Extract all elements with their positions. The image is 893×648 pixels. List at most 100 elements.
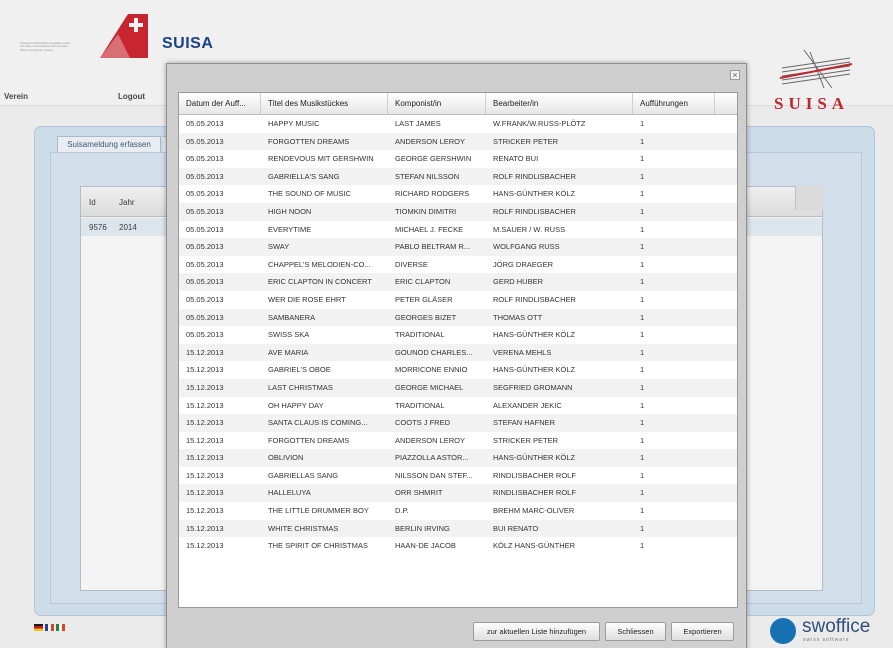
close-icon[interactable]: × bbox=[730, 70, 740, 80]
cell-datum: 15.12.2013 bbox=[186, 400, 224, 410]
cell-datum: 15.12.2013 bbox=[186, 470, 224, 480]
table-row[interactable]: 05.05.2013 CHAPPEL'S MELODIEN-CO... DIVERS… bbox=[179, 256, 737, 274]
cell-datum: 05.05.2013 bbox=[186, 136, 224, 146]
cell-auffuehrungen: 1 bbox=[640, 435, 645, 445]
table-row[interactable]: 05.05.2013 SWISS SKA TRADITIONAL HANS-GÜNTH… bbox=[179, 326, 737, 344]
export-button[interactable]: Exportieren bbox=[671, 622, 734, 641]
cell-auffuehrungen: 1 bbox=[640, 259, 645, 269]
cell-bearbeiter: JÖRG DRAEGER bbox=[493, 259, 554, 269]
cell-titel: GABRIELLAS SANG bbox=[268, 470, 339, 480]
cell-komponist: RICHARD RODGERS bbox=[395, 189, 470, 199]
table-row[interactable]: 15.12.2013 GABRIEL'S OBOE MORRICONE ENNIO H… bbox=[179, 361, 737, 379]
table-row[interactable]: 05.05.2013 ERIC CLAPTON IN CONCERT ERIC CL… bbox=[179, 273, 737, 291]
cell-auffuehrungen: 1 bbox=[640, 382, 645, 392]
cell-datum: 15.12.2013 bbox=[186, 418, 224, 428]
cell-bearbeiter: HANS-GÜNTHER KÖLZ bbox=[493, 453, 576, 463]
table-row[interactable]: 15.12.2013 SANTA CLAUS IS COMING... COOTS … bbox=[179, 414, 737, 432]
cell-bearbeiter: STEFAN HAFNER bbox=[493, 418, 556, 428]
cell-bearbeiter: THOMAS OTT bbox=[493, 312, 543, 322]
cell-datum: 05.05.2013 bbox=[186, 171, 224, 181]
cell-auffuehrungen: 1 bbox=[640, 294, 645, 304]
cell-auffuehrungen: 1 bbox=[640, 154, 645, 164]
table-row[interactable]: 15.12.2013 OH HAPPY DAY TRADITIONAL ALEXAND… bbox=[179, 397, 737, 415]
cell-komponist: ANDERSON LEROY bbox=[395, 136, 466, 146]
cell-auffuehrungen: 1 bbox=[640, 418, 645, 428]
cell-bearbeiter: HANS-GÜNTHER KÖLZ bbox=[493, 365, 576, 375]
cell-auffuehrungen: 1 bbox=[640, 523, 645, 533]
cell-komponist: GEORGE GERSHWIN bbox=[395, 154, 472, 164]
cell-titel: RENDEVOUS MIT GERSHWIN bbox=[268, 154, 374, 164]
cell-auffuehrungen: 1 bbox=[640, 171, 645, 181]
cell-titel: THE LITTLE DRUMMER BOY bbox=[268, 506, 369, 516]
cell-komponist: MORRICONE ENNIO bbox=[395, 365, 468, 375]
cell-auffuehrungen: 1 bbox=[640, 136, 645, 146]
close-button[interactable]: Schliessen bbox=[605, 622, 666, 641]
cell-titel: WER DIE ROSE EHRT bbox=[268, 294, 346, 304]
cell-auffuehrungen: 1 bbox=[640, 453, 645, 463]
cell-bearbeiter: M.SAUER / W. RUSS bbox=[493, 224, 566, 234]
cell-komponist: STEFAN NILSSON bbox=[395, 171, 460, 181]
table-row[interactable]: 05.05.2013 EVERYTIME MICHAEL J. FECKE M.SAU… bbox=[179, 221, 737, 239]
table-row[interactable]: 15.12.2013 THE SPIRIT OF CHRISTMAS HAAN-DE… bbox=[179, 537, 737, 555]
cell-auffuehrungen: 1 bbox=[640, 119, 645, 128]
cell-titel: HIGH NOON bbox=[268, 206, 312, 216]
performances-dialog: × Datum der Auff... Titel des Musikstück… bbox=[166, 63, 747, 648]
cell-datum: 05.05.2013 bbox=[186, 242, 224, 252]
grid-header: Datum der Auff... Titel des Musikstückes… bbox=[179, 93, 737, 115]
cell-datum: 15.12.2013 bbox=[186, 365, 224, 375]
cell-komponist: TIOMKIN DIMITRI bbox=[395, 206, 457, 216]
cell-auffuehrungen: 1 bbox=[640, 189, 645, 199]
table-row[interactable]: 15.12.2013 THE LITTLE DRUMMER BOY D.P. BREH… bbox=[179, 502, 737, 520]
table-row[interactable]: 05.05.2013 THE SOUND OF MUSIC RICHARD RODG… bbox=[179, 185, 737, 203]
table-row[interactable]: 15.12.2013 AVE MARIA GOUNOD CHARLES... VERE… bbox=[179, 343, 737, 362]
cell-auffuehrungen: 1 bbox=[640, 400, 645, 410]
cell-bearbeiter: ROLF RINDLISBACHER bbox=[493, 171, 576, 181]
table-row[interactable]: 05.05.2013 WER DIE ROSE EHRT PETER GLÄSER R… bbox=[179, 291, 737, 309]
table-row[interactable]: 05.05.2013 HAPPY MUSIC LAST JAMES W.FRANK/W… bbox=[179, 115, 737, 133]
cell-bearbeiter: BUI RENATO bbox=[493, 523, 539, 533]
performances-grid: Datum der Auff... Titel des Musikstückes… bbox=[178, 92, 738, 608]
table-row[interactable]: 15.12.2013 GABRIELLAS SANG NILSSON DAN STE… bbox=[179, 467, 737, 485]
cell-komponist: TRADITIONAL bbox=[395, 330, 445, 340]
cell-komponist: ERIC CLAPTON bbox=[395, 277, 451, 287]
cell-bearbeiter: W.FRANK/W.RUSS-PLÖTZ bbox=[493, 119, 586, 128]
table-row[interactable]: 15.12.2013 FORGOTTEN DREAMS ANDERSON LEROY… bbox=[179, 432, 737, 450]
column-header-komponist[interactable]: Komponist/in bbox=[388, 93, 486, 114]
cell-komponist: GEORGES BIZET bbox=[395, 312, 457, 322]
cell-titel: GABRIELLA'S SANG bbox=[268, 171, 340, 181]
table-row[interactable]: 15.12.2013 LAST CHRISTMAS GEORGE MICHAEL SE… bbox=[179, 378, 737, 397]
cell-titel: SANTA CLAUS IS COMING... bbox=[268, 418, 368, 428]
cell-datum: 05.05.2013 bbox=[186, 154, 224, 164]
table-row[interactable]: 05.05.2013 GABRIELLA'S SANG STEFAN NILSSON… bbox=[179, 167, 737, 186]
table-row[interactable]: 05.05.2013 SAMBANERA GEORGES BIZET THOMAS O… bbox=[179, 308, 737, 327]
column-header-auffuehrungen[interactable]: Aufführungen bbox=[633, 93, 715, 114]
table-row[interactable]: 05.05.2013 HIGH NOON TIOMKIN DIMITRI ROLF R… bbox=[179, 202, 737, 221]
table-row[interactable]: 15.12.2013 WHITE CHRISTMAS BERLIN IRVING BU… bbox=[179, 519, 737, 538]
cell-bearbeiter: BREHM MARC-OLIVER bbox=[493, 506, 575, 516]
table-row[interactable]: 15.12.2013 HALLELUYA ORR SHMRIT RINDLISBACH… bbox=[179, 484, 737, 503]
cell-titel: SAMBANERA bbox=[268, 312, 316, 322]
add-to-list-button[interactable]: zur aktuellen Liste hinzufügen bbox=[473, 622, 600, 641]
cell-komponist: GOUNOD CHARLES... bbox=[395, 347, 473, 357]
cell-titel: SWAY bbox=[268, 242, 290, 252]
cell-komponist: MICHAEL J. FECKE bbox=[395, 224, 464, 234]
cell-bearbeiter: ROLF RINDLISBACHER bbox=[493, 294, 576, 304]
column-header-titel[interactable]: Titel des Musikstückes bbox=[261, 93, 388, 114]
column-header-datum[interactable]: Datum der Auff... bbox=[179, 93, 261, 114]
cell-datum: 05.05.2013 bbox=[186, 189, 224, 199]
table-row[interactable]: 05.05.2013 SWAY PABLO BELTRAM R... WOLFGANG… bbox=[179, 238, 737, 256]
cell-datum: 05.05.2013 bbox=[186, 330, 224, 340]
cell-auffuehrungen: 1 bbox=[640, 242, 645, 252]
cell-datum: 05.05.2013 bbox=[186, 277, 224, 287]
cell-auffuehrungen: 1 bbox=[640, 347, 645, 357]
table-row[interactable]: 15.12.2013 OBLIVION PIAZZOLLA ASTOR... HANS… bbox=[179, 449, 737, 467]
column-header-bearbeiter[interactable]: Bearbeiter/in bbox=[486, 93, 633, 114]
cell-komponist: HAAN-DE JACOB bbox=[395, 541, 456, 551]
table-row[interactable]: 05.05.2013 FORGOTTEN DREAMS ANDERSON LEROY… bbox=[179, 132, 737, 151]
cell-komponist: ANDERSON LEROY bbox=[395, 435, 466, 445]
cell-datum: 05.05.2013 bbox=[186, 206, 224, 216]
cell-datum: 15.12.2013 bbox=[186, 435, 224, 445]
cell-komponist: LAST JAMES bbox=[395, 119, 441, 128]
table-row[interactable]: 05.05.2013 RENDEVOUS MIT GERSHWIN GEORGE G… bbox=[179, 150, 737, 168]
cell-datum: 05.05.2013 bbox=[186, 312, 224, 322]
